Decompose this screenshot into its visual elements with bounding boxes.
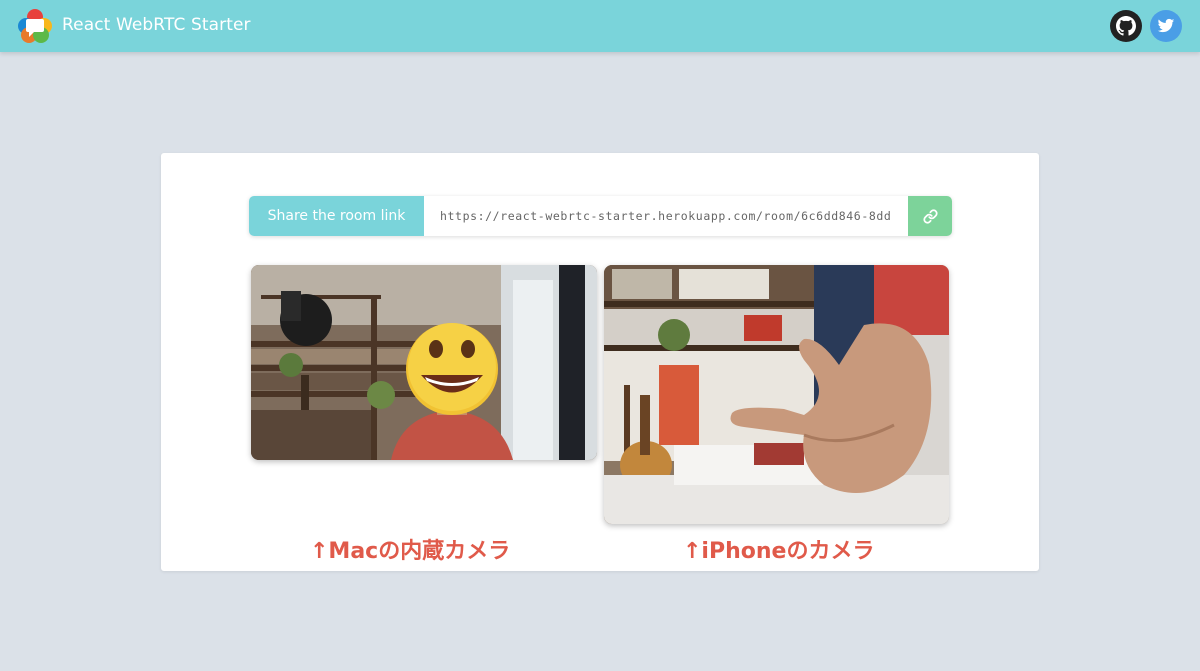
copy-link-button[interactable] [908, 196, 952, 236]
app-title[interactable]: React WebRTC Starter [62, 15, 251, 35]
webrtc-logo-icon[interactable] [17, 8, 53, 44]
github-icon [1116, 16, 1136, 36]
navbar: React WebRTC Starter [0, 0, 1200, 52]
local-video-frame [251, 265, 597, 460]
remote-video-caption: ↑iPhoneのカメラ [683, 539, 875, 564]
remote-video[interactable] [604, 265, 949, 524]
local-video[interactable] [251, 265, 597, 460]
twitter-icon [1157, 18, 1175, 33]
share-room-label: Share the room link [249, 196, 424, 236]
room-url-input[interactable] [424, 196, 908, 236]
twitter-link[interactable] [1150, 10, 1182, 42]
link-icon [922, 208, 938, 224]
github-link[interactable] [1110, 10, 1142, 42]
room-card: Share the room link https://react-webrtc… [161, 153, 1039, 571]
local-video-caption: ↑Macの内蔵カメラ [310, 539, 511, 564]
share-room-bar: Share the room link [249, 196, 952, 236]
remote-video-frame [604, 265, 949, 524]
